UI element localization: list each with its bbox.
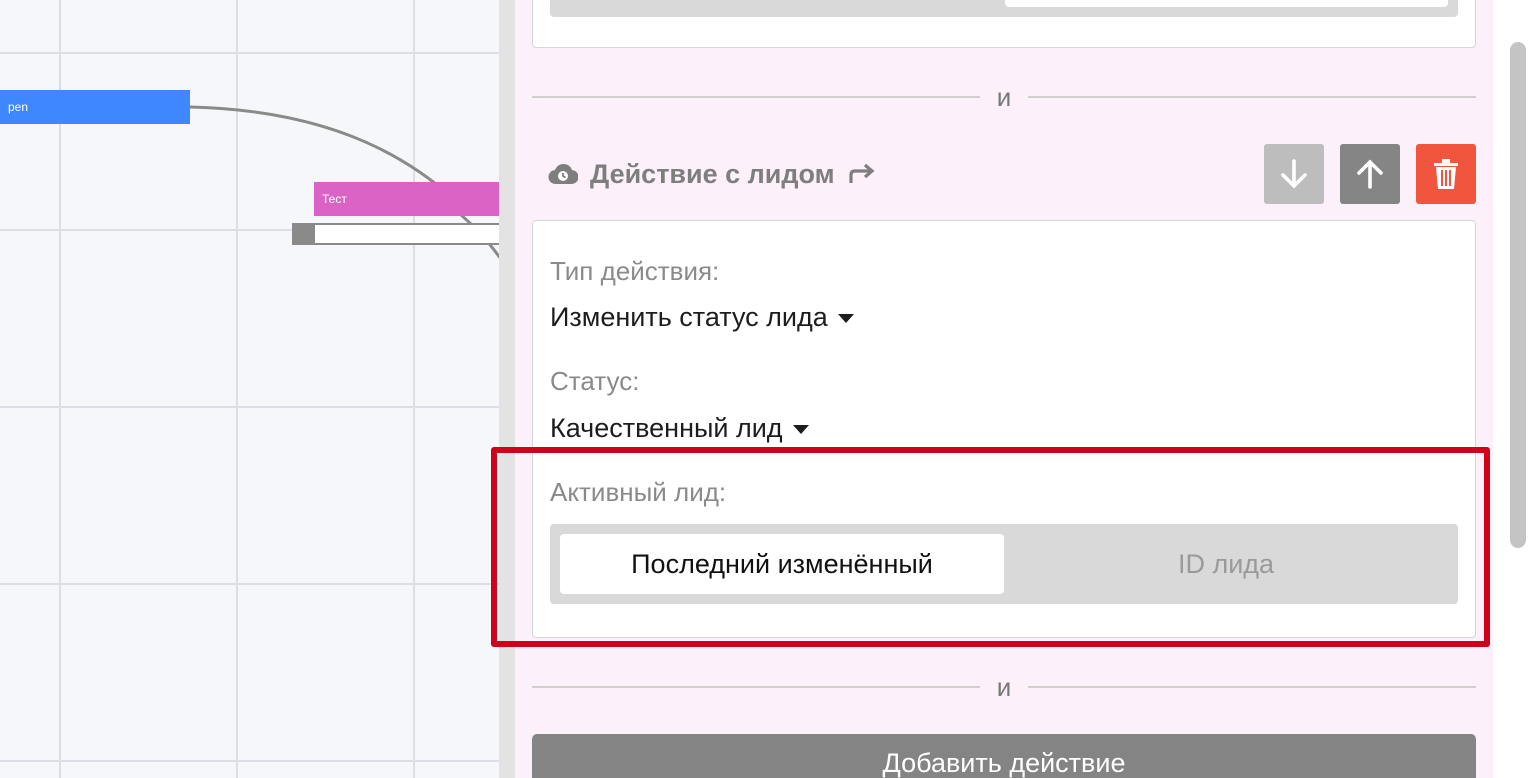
panel-resize-handle[interactable] xyxy=(499,0,515,778)
and-label: и xyxy=(996,671,1012,702)
status-value: Качественный лид xyxy=(550,413,783,443)
active-lead-label: Активный лид: xyxy=(550,477,727,507)
action-title: Действие с лидом xyxy=(590,158,835,189)
option-last-modified[interactable]: Последний изменённый xyxy=(560,534,1004,594)
arrow-up-icon xyxy=(1357,159,1383,189)
move-down-button[interactable] xyxy=(1264,144,1324,204)
caret-down-icon xyxy=(792,425,809,434)
status-label: Статус: xyxy=(550,366,640,396)
action-type-value: Изменить статус лида xyxy=(550,302,828,332)
and-label: и xyxy=(996,81,1012,112)
status-dropdown[interactable]: Качественный лид xyxy=(550,413,809,444)
flow-node[interactable]: Тест xyxy=(314,182,500,216)
action-type-label: Тип действия: xyxy=(550,256,720,286)
caret-down-icon xyxy=(837,314,854,323)
arrow-down-icon xyxy=(1281,159,1307,189)
and-separator: и xyxy=(532,672,1476,702)
move-up-button[interactable] xyxy=(1340,144,1400,204)
node-port-handle[interactable] xyxy=(292,223,314,245)
action-type-dropdown[interactable]: Изменить статус лида xyxy=(550,302,854,333)
node-label: pen xyxy=(8,100,29,114)
active-lead-segmented-control: Последний изменённый ID лида xyxy=(550,524,1458,604)
redirect-arrow-icon[interactable] xyxy=(847,163,877,185)
action-header: Действие с лидом xyxy=(548,152,877,196)
cloud-clock-icon xyxy=(548,162,578,186)
previous-segmented-control[interactable] xyxy=(550,0,1458,17)
node-label: Тест xyxy=(322,192,347,206)
and-separator: и xyxy=(532,82,1476,112)
trash-icon xyxy=(1434,159,1458,189)
previous-action-card xyxy=(532,0,1476,48)
option-lead-id[interactable]: ID лида xyxy=(1004,534,1448,594)
flow-canvas[interactable]: pen Тест xyxy=(0,0,500,778)
add-action-button[interactable]: Добавить действие xyxy=(532,734,1476,778)
delete-action-button[interactable] xyxy=(1416,144,1476,204)
scrollbar-thumb[interactable] xyxy=(1510,42,1526,548)
node-port[interactable] xyxy=(313,223,500,245)
flow-node[interactable]: pen xyxy=(0,90,190,124)
